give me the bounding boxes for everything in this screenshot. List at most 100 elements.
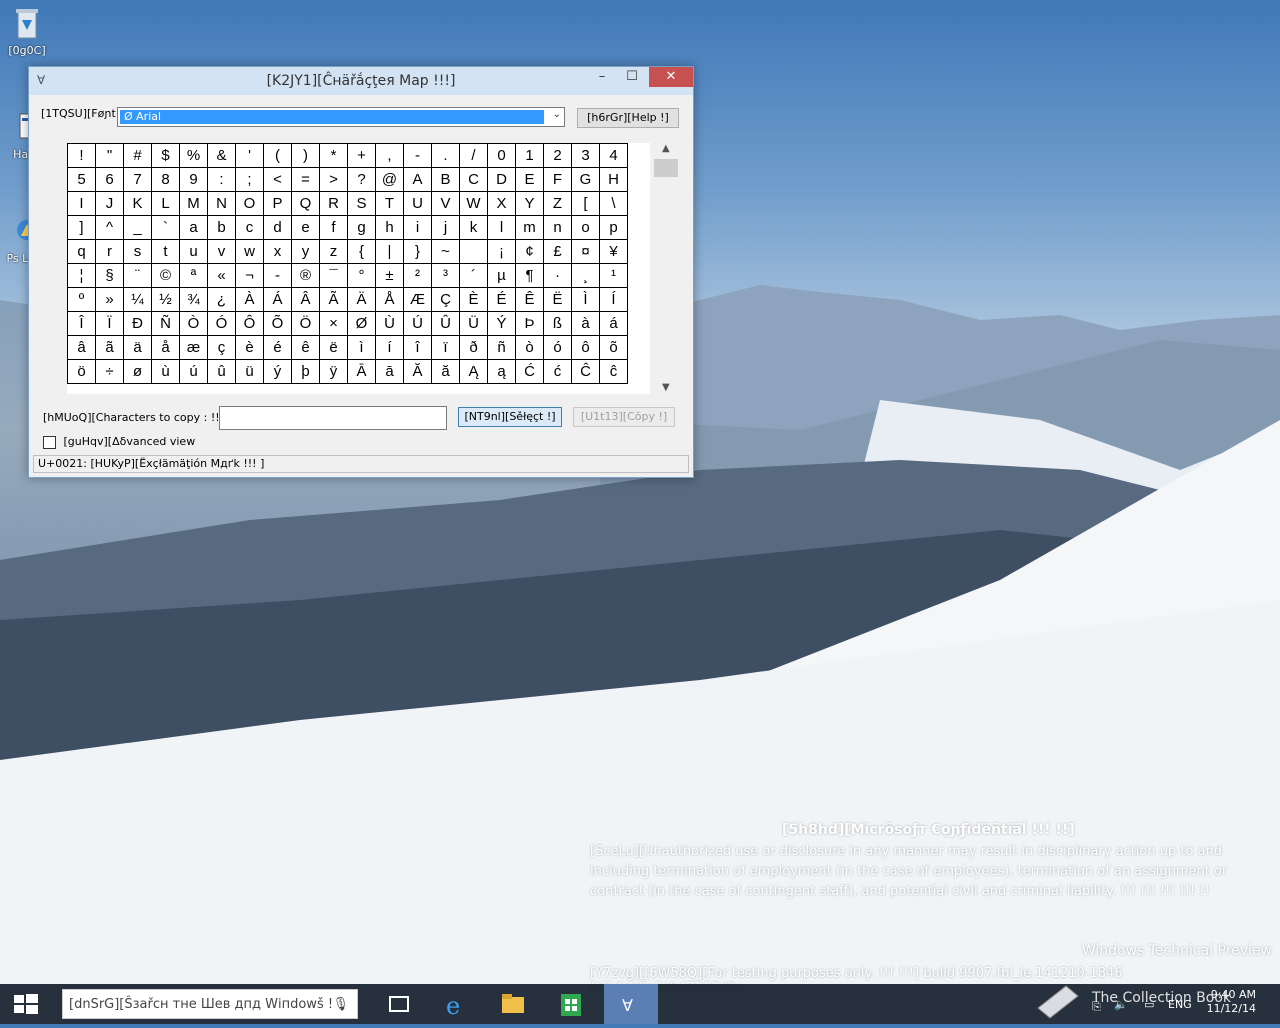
character-cell[interactable]: Ą bbox=[459, 359, 488, 384]
character-cell[interactable]: ¿ bbox=[207, 287, 236, 312]
charmap-taskbar-button[interactable]: ∀ bbox=[604, 984, 658, 1024]
character-cell[interactable]: ¶ bbox=[515, 263, 544, 288]
character-cell[interactable]: § bbox=[95, 263, 124, 288]
character-cell[interactable]: S bbox=[347, 191, 376, 216]
language-indicator[interactable]: ENG bbox=[1168, 998, 1192, 1011]
character-cell[interactable]: @ bbox=[375, 167, 404, 192]
character-cell[interactable]: ô bbox=[571, 335, 600, 360]
character-cell[interactable]: Ë bbox=[543, 287, 572, 312]
character-cell[interactable]: N bbox=[207, 191, 236, 216]
character-cell[interactable]: ì bbox=[347, 335, 376, 360]
character-cell[interactable]: P bbox=[263, 191, 292, 216]
character-cell[interactable]: V bbox=[431, 191, 460, 216]
character-cell[interactable]: w bbox=[235, 239, 264, 264]
character-cell[interactable]: © bbox=[151, 263, 180, 288]
character-cell[interactable]: a bbox=[179, 215, 208, 240]
select-button[interactable]: [NT9nl][Sěłęçt !] bbox=[458, 407, 562, 427]
character-cell[interactable]: L bbox=[151, 191, 180, 216]
character-cell[interactable]: 8 bbox=[151, 167, 180, 192]
character-cell[interactable]: À bbox=[235, 287, 264, 312]
character-cell[interactable]: u bbox=[179, 239, 208, 264]
character-cell[interactable]: E bbox=[515, 167, 544, 192]
character-cell[interactable]: i bbox=[403, 215, 432, 240]
character-cell[interactable]: A bbox=[403, 167, 432, 192]
scroll-down-icon[interactable]: ▼ bbox=[662, 382, 670, 393]
character-cell[interactable]: ± bbox=[375, 263, 404, 288]
character-cell[interactable]: ß bbox=[543, 311, 572, 336]
character-cell[interactable]: - bbox=[403, 143, 432, 168]
character-cell[interactable]: æ bbox=[179, 335, 208, 360]
character-cell[interactable]: ç bbox=[207, 335, 236, 360]
character-cell[interactable]: - bbox=[263, 263, 292, 288]
file-explorer-button[interactable] bbox=[492, 984, 534, 1024]
character-cell[interactable]: Ć bbox=[515, 359, 544, 384]
character-cell[interactable]: Ø bbox=[347, 311, 376, 336]
character-cell[interactable]: Z bbox=[543, 191, 572, 216]
character-cell[interactable]: Ö bbox=[291, 311, 320, 336]
character-cell[interactable]: f bbox=[319, 215, 348, 240]
minimize-button[interactable]: – bbox=[587, 67, 617, 87]
character-cell[interactable]: ¬ bbox=[235, 263, 264, 288]
character-cell[interactable]: " bbox=[95, 143, 124, 168]
character-cell[interactable]: â bbox=[67, 335, 96, 360]
character-cell[interactable]: ñ bbox=[487, 335, 516, 360]
character-cell[interactable]: = bbox=[291, 167, 320, 192]
character-cell[interactable]: O bbox=[235, 191, 264, 216]
character-cell[interactable]: ¾ bbox=[179, 287, 208, 312]
character-cell[interactable]: ð bbox=[459, 335, 488, 360]
character-cell[interactable]: è bbox=[235, 335, 264, 360]
character-cell[interactable]: B bbox=[431, 167, 460, 192]
character-cell[interactable]: Ü bbox=[459, 311, 488, 336]
character-cell[interactable]: í bbox=[375, 335, 404, 360]
character-cell[interactable]: × bbox=[319, 311, 348, 336]
character-cell[interactable]: ą bbox=[487, 359, 516, 384]
character-cell[interactable]: £ bbox=[543, 239, 572, 264]
character-cell[interactable]: Æ bbox=[403, 287, 432, 312]
character-cell[interactable]: ¼ bbox=[123, 287, 152, 312]
character-cell[interactable]: 2 bbox=[543, 143, 572, 168]
character-cell[interactable]: } bbox=[403, 239, 432, 264]
character-cell[interactable]: x bbox=[263, 239, 292, 264]
character-cell[interactable]: ^ bbox=[95, 215, 124, 240]
character-cell[interactable]: ¤ bbox=[571, 239, 600, 264]
character-cell[interactable]: : bbox=[207, 167, 236, 192]
character-cell[interactable]: Ú bbox=[403, 311, 432, 336]
desktop-icon-recycle-bin[interactable]: [0g0C] bbox=[4, 6, 50, 57]
character-cell[interactable]: û bbox=[207, 359, 236, 384]
character-cell[interactable]: / bbox=[459, 143, 488, 168]
character-cell[interactable]: T bbox=[375, 191, 404, 216]
taskbar-search-box[interactable]: [dnSrG][Ŝзаřсн тне Шев дпд Wіпdоwš ! 🎙 bbox=[62, 989, 358, 1019]
character-cell[interactable]: Å bbox=[375, 287, 404, 312]
character-cell[interactable]: c bbox=[235, 215, 264, 240]
character-cell[interactable]: 4 bbox=[599, 143, 628, 168]
character-cell[interactable]: p bbox=[599, 215, 628, 240]
character-cell[interactable]: Û bbox=[431, 311, 460, 336]
advanced-view-checkbox[interactable] bbox=[43, 435, 56, 449]
character-cell[interactable]: q bbox=[67, 239, 96, 264]
character-cell[interactable]: M bbox=[179, 191, 208, 216]
character-cell[interactable]: ë bbox=[319, 335, 348, 360]
character-cell[interactable]: * bbox=[319, 143, 348, 168]
character-cell[interactable]: ¸ bbox=[571, 263, 600, 288]
maximize-button[interactable]: ☐ bbox=[617, 67, 647, 87]
character-cell[interactable]: ¹ bbox=[599, 263, 628, 288]
character-cell[interactable]: X bbox=[487, 191, 516, 216]
character-cell[interactable]: þ bbox=[291, 359, 320, 384]
character-cell[interactable]: ) bbox=[291, 143, 320, 168]
character-cell[interactable]: m bbox=[515, 215, 544, 240]
character-cell[interactable]: o bbox=[571, 215, 600, 240]
character-cell[interactable]: ï bbox=[431, 335, 460, 360]
character-cell[interactable]: ö bbox=[67, 359, 96, 384]
scroll-thumb[interactable] bbox=[654, 159, 678, 177]
character-cell[interactable]: ~ bbox=[431, 239, 460, 264]
character-cell[interactable]: { bbox=[347, 239, 376, 264]
character-cell[interactable]: K bbox=[123, 191, 152, 216]
character-cell[interactable]: g bbox=[347, 215, 376, 240]
copy-button[interactable]: [U1t13][Cŏpy !] bbox=[573, 407, 675, 427]
character-cell[interactable]: ! bbox=[67, 143, 96, 168]
character-cell[interactable]: Ă bbox=[403, 359, 432, 384]
character-cell[interactable]: ; bbox=[235, 167, 264, 192]
character-cell[interactable]: Õ bbox=[263, 311, 292, 336]
character-cell[interactable]: « bbox=[207, 263, 236, 288]
character-cell[interactable]: G bbox=[571, 167, 600, 192]
